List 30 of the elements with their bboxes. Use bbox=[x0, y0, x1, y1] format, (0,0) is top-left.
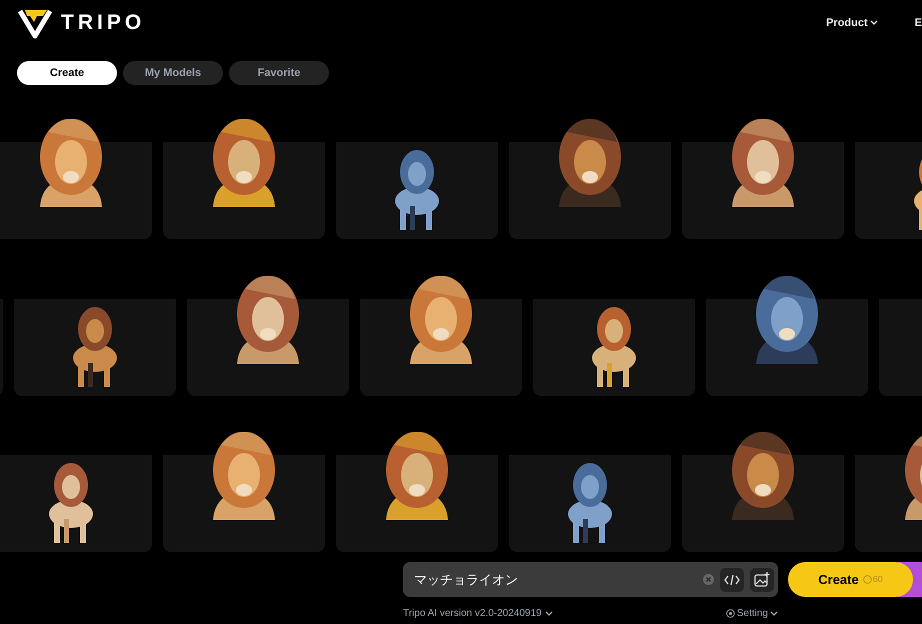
add-image-icon[interactable] bbox=[750, 568, 774, 592]
chevron-icon bbox=[770, 610, 778, 616]
nav-link[interactable]: E bbox=[914, 14, 922, 32]
nav-link[interactable]: Product bbox=[826, 14, 878, 32]
model-card[interactable] bbox=[0, 116, 152, 239]
logo-text: TRIPO bbox=[61, 10, 146, 36]
logo-icon bbox=[17, 7, 53, 39]
create-button[interactable]: Create 60 bbox=[788, 562, 913, 597]
chevron-icon bbox=[544, 610, 553, 616]
clear-icon[interactable] bbox=[703, 574, 714, 585]
model-card[interactable] bbox=[706, 273, 868, 396]
model-card[interactable] bbox=[360, 273, 522, 396]
prompt-input[interactable]: マッチョライオン bbox=[414, 570, 697, 590]
model-card[interactable] bbox=[682, 116, 844, 239]
chevron-icon bbox=[870, 20, 878, 26]
model-card[interactable] bbox=[509, 116, 671, 239]
model-card[interactable] bbox=[336, 429, 498, 552]
coin-icon bbox=[862, 575, 872, 584]
code-icon[interactable] bbox=[720, 568, 744, 592]
model-card[interactable] bbox=[163, 429, 325, 552]
prompt-field[interactable]: マッチョライオン bbox=[403, 562, 778, 597]
version-selector[interactable]: Tripo AI version v2.0-20240919 bbox=[403, 606, 553, 621]
model-card[interactable] bbox=[187, 273, 349, 396]
tab[interactable]: Favorite bbox=[229, 61, 329, 85]
model-card[interactable] bbox=[682, 429, 844, 552]
tab[interactable]: Create bbox=[17, 61, 117, 85]
model-card[interactable] bbox=[163, 116, 325, 239]
setting-link[interactable]: Setting bbox=[726, 606, 778, 621]
setting-icon bbox=[726, 609, 735, 618]
tab[interactable]: My Models bbox=[123, 61, 223, 85]
